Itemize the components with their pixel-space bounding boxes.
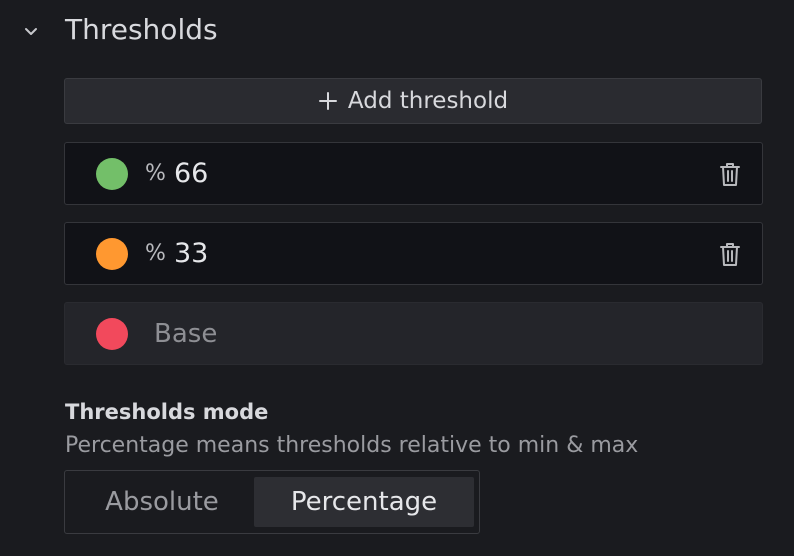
mode-option-percentage[interactable]: Percentage [254, 477, 474, 527]
section-title: Thresholds [65, 13, 218, 46]
threshold-unit: % [145, 241, 166, 266]
threshold-value-input[interactable]: 66 [174, 157, 208, 191]
thresholds-section-header[interactable]: Thresholds [0, 0, 794, 62]
mode-option-absolute[interactable]: Absolute [71, 477, 253, 527]
trash-icon[interactable] [718, 161, 742, 187]
threshold-unit: % [145, 161, 166, 186]
base-label: Base [154, 319, 218, 349]
thresholds-mode-title: Thresholds mode [65, 400, 269, 424]
threshold-value-input[interactable]: 33 [174, 237, 208, 271]
threshold-row: % 66 [64, 142, 763, 205]
base-color-picker[interactable] [96, 318, 128, 350]
base-threshold-row: Base [64, 302, 763, 365]
threshold-color-picker[interactable] [96, 158, 128, 190]
threshold-row: % 33 [64, 222, 763, 285]
chevron-down-icon[interactable] [22, 22, 40, 40]
add-threshold-label: Add threshold [347, 88, 509, 114]
plus-icon [318, 92, 337, 110]
thresholds-mode-selector: Absolute Percentage [64, 470, 480, 534]
thresholds-mode-description: Percentage means thresholds relative to … [65, 433, 639, 458]
threshold-color-picker[interactable] [96, 238, 128, 270]
trash-icon[interactable] [718, 241, 742, 267]
add-threshold-button[interactable]: Add threshold [64, 78, 762, 124]
